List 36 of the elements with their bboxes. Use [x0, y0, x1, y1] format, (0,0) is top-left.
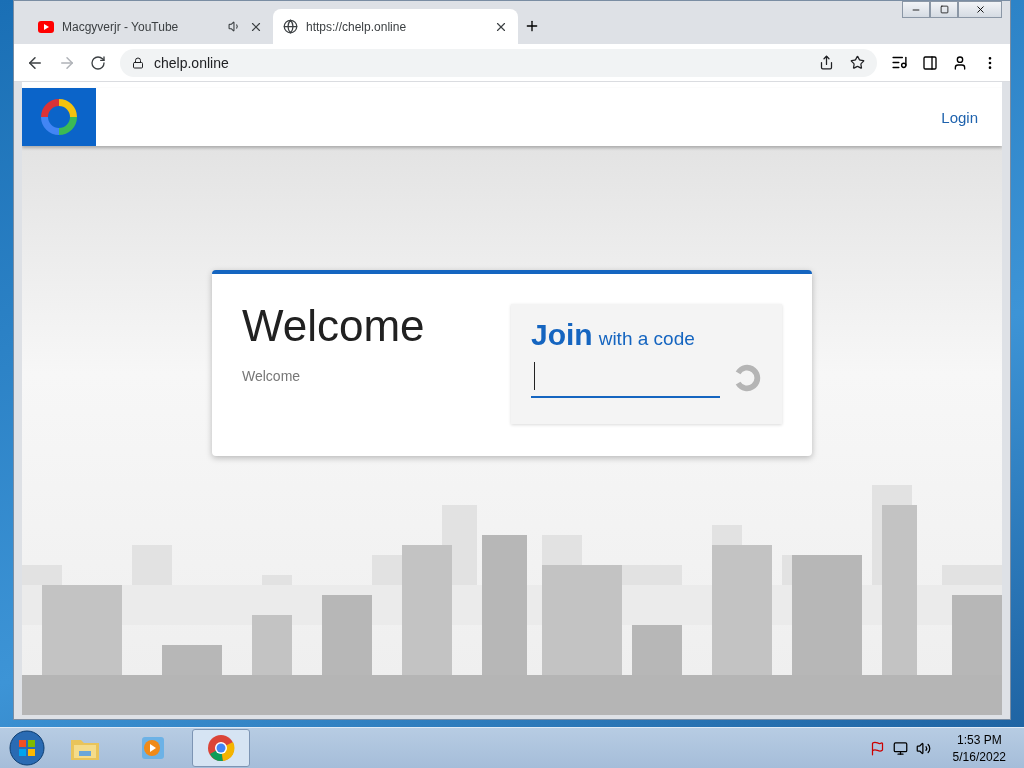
start-button[interactable] — [8, 729, 46, 767]
close-button[interactable] — [958, 1, 1002, 18]
restore-button[interactable] — [930, 1, 958, 18]
site-logo[interactable] — [22, 88, 96, 146]
welcome-subtitle: Welcome — [242, 368, 302, 384]
profile-icon[interactable] — [952, 54, 968, 71]
reload-icon[interactable] — [90, 54, 106, 71]
network-icon[interactable] — [892, 740, 908, 756]
side-panel-icon[interactable] — [922, 54, 938, 71]
restore-icon — [939, 5, 949, 14]
join-heading: Join — [531, 318, 593, 352]
taskbar-button[interactable] — [192, 729, 250, 767]
welcome-title: Welcome — [242, 304, 425, 348]
clock-date: 5/16/2022 — [952, 749, 1006, 764]
address-bar[interactable]: chelp.online — [120, 48, 877, 77]
browser-tab[interactable]: https://chelp.online — [273, 9, 518, 44]
new-tab-icon[interactable] — [524, 18, 540, 34]
browser-tab[interactable]: Macgyverjr - YouTube — [28, 9, 273, 44]
flag-icon[interactable] — [869, 740, 885, 756]
share-icon[interactable] — [819, 55, 834, 70]
volume-icon[interactable] — [915, 740, 931, 756]
media-queue-icon[interactable] — [891, 54, 908, 71]
play-icon — [140, 735, 166, 761]
close-icon — [974, 4, 986, 15]
join-subheading: with a code — [598, 328, 695, 350]
login-link[interactable]: Login — [941, 108, 978, 126]
video-play-icon — [38, 20, 54, 33]
globe-icon — [283, 19, 298, 34]
clock-time: 1:53 PM — [955, 732, 1003, 747]
chrome-icon — [207, 734, 235, 762]
address-text: chelp.online — [154, 54, 229, 71]
speaker-icon[interactable] — [228, 20, 241, 33]
lock-icon[interactable] — [132, 56, 144, 69]
minimize-button[interactable] — [902, 1, 930, 18]
star-icon[interactable] — [850, 55, 865, 70]
ring-logo-icon — [38, 96, 80, 138]
